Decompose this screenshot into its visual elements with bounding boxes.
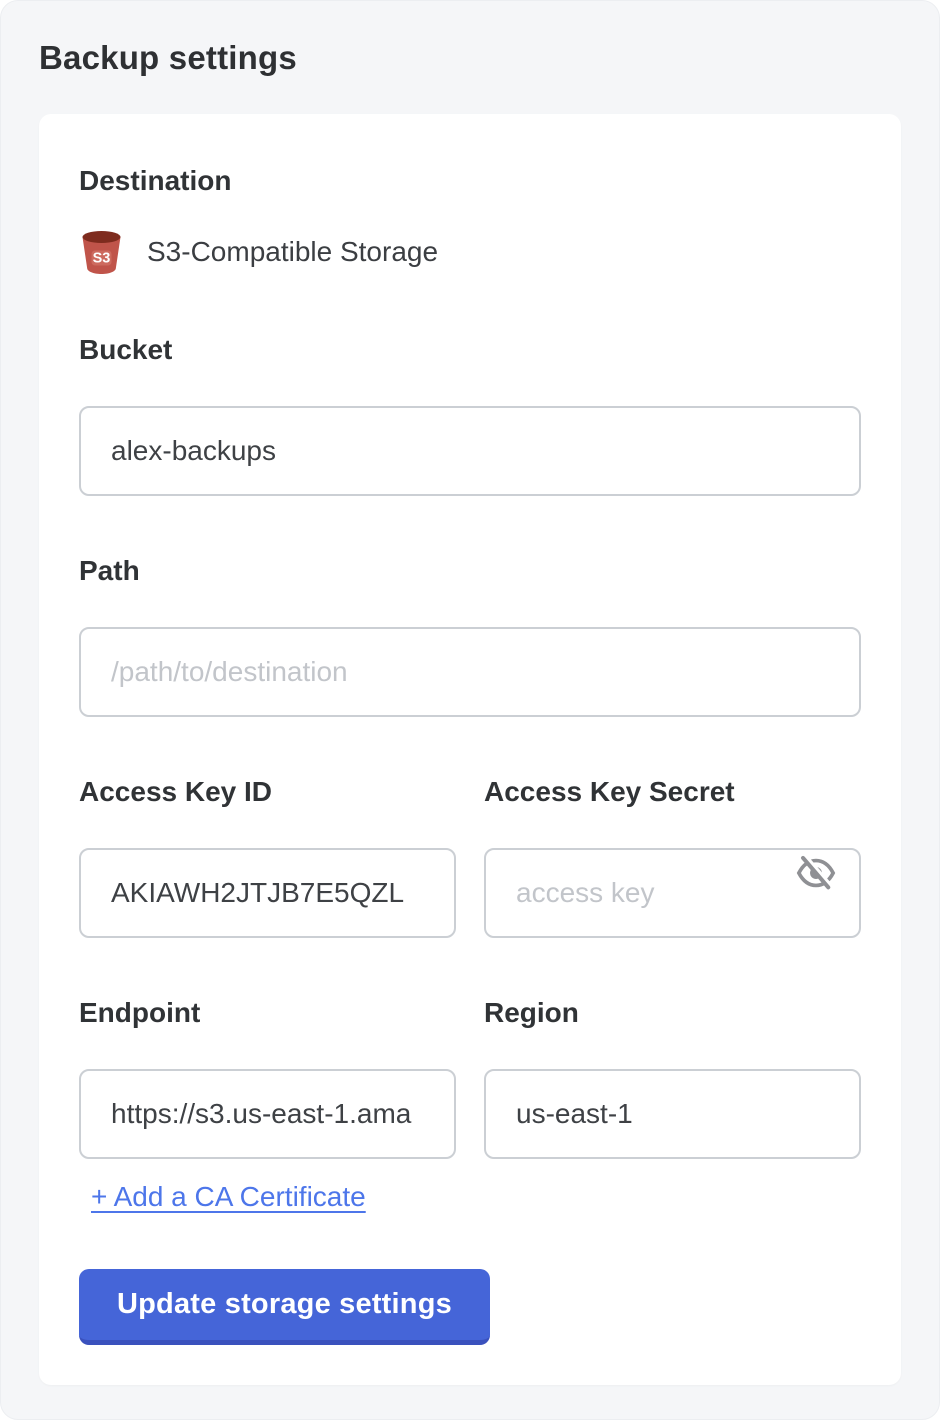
svg-text:S3: S3 (93, 251, 111, 267)
eye-slash-icon (795, 852, 837, 894)
access-key-id-input[interactable] (79, 848, 456, 938)
backup-settings-page: Backup settings Destination S3 S3-Compat… (0, 0, 940, 1420)
destination-value: S3-Compatible Storage (147, 236, 438, 268)
settings-card: Destination S3 S3-Compatible Storage Buc… (39, 114, 901, 1385)
path-input[interactable] (79, 627, 861, 717)
update-storage-settings-button[interactable]: Update storage settings (79, 1269, 490, 1345)
region-label: Region (484, 996, 861, 1029)
access-key-secret-label: Access Key Secret (484, 775, 861, 808)
access-key-id-label: Access Key ID (79, 775, 456, 808)
page-title: Backup settings (39, 39, 939, 77)
access-key-secret-wrap (484, 808, 861, 938)
endpoint-input[interactable] (79, 1069, 456, 1159)
region-input[interactable] (484, 1069, 861, 1159)
endpoint-label: Endpoint (79, 996, 456, 1029)
toggle-secret-visibility-button[interactable] (793, 850, 839, 896)
s3-bucket-icon: S3 (79, 229, 124, 275)
add-ca-certificate-link[interactable]: + Add a CA Certificate (91, 1181, 366, 1213)
endpoint-region-row: Endpoint Region (79, 996, 861, 1159)
access-key-row: Access Key ID Access Key Secret (79, 775, 861, 938)
path-label: Path (79, 554, 861, 587)
bucket-input[interactable] (79, 406, 861, 496)
bucket-label: Bucket (79, 333, 861, 366)
destination-label: Destination (79, 164, 861, 197)
destination-row: S3 S3-Compatible Storage (79, 229, 861, 275)
